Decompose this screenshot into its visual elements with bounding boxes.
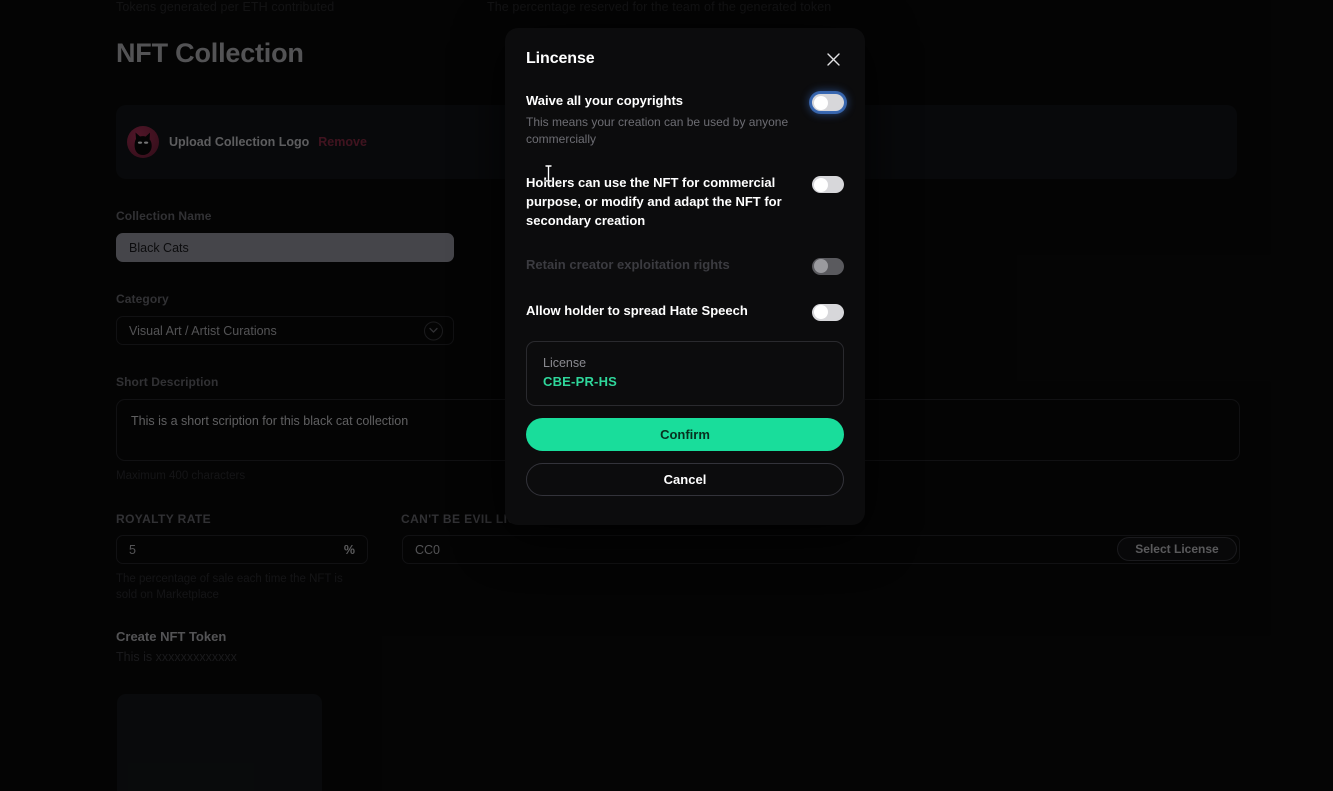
license-option-title: Retain creator exploitation rights [526,256,730,272]
license-option-text: Holders can use the NFT for commercial p… [526,174,798,231]
license-option-title: Allow holder to spread Hate Speech [526,302,748,318]
license-option-text: Allow holder to spread Hate Speech [526,302,798,321]
hate-speech-toggle[interactable] [812,303,844,321]
toggle-knob [813,95,828,110]
license-option-title: Waive all your copyrights [526,93,684,108]
app-root: Tokens generated per ETH contributed The… [0,0,1333,791]
license-option-row: Retain creator exploitation rights [526,256,844,275]
license-modal: Lincense Waive all your copyrights This … [505,28,865,525]
retain-exploitation-rights-toggle [812,257,844,275]
license-option-text: Waive all your copyrights This means you… [526,92,798,148]
license-option-row[interactable]: Holders can use the NFT for commercial p… [526,174,844,231]
cancel-button[interactable]: Cancel [526,462,844,496]
license-caption: License [543,355,587,370]
toggle-knob [813,305,828,320]
license-code: CBE-PR-HS [543,373,618,389]
license-summary-box: License CBE-PR-HS [526,340,844,406]
waive-copyrights-toggle[interactable] [812,94,844,111]
license-option-desc: This means your creation can be used by … [526,114,789,146]
license-option-row[interactable]: Allow holder to spread Hate Speech [526,302,844,321]
license-option-row[interactable]: Waive all your copyrights This means you… [526,92,844,148]
license-option-text: Retain creator exploitation rights [526,256,798,275]
toggle-knob [813,259,828,274]
commercial-use-toggle[interactable] [812,176,844,194]
modal-title: Lincense [526,50,595,67]
close-icon[interactable] [822,48,844,70]
license-option-title: Holders can use the NFT for commercial p… [526,175,782,228]
confirm-button[interactable]: Confirm [526,417,844,451]
toggle-knob [813,177,828,192]
modal-header: Lincense [526,46,844,72]
